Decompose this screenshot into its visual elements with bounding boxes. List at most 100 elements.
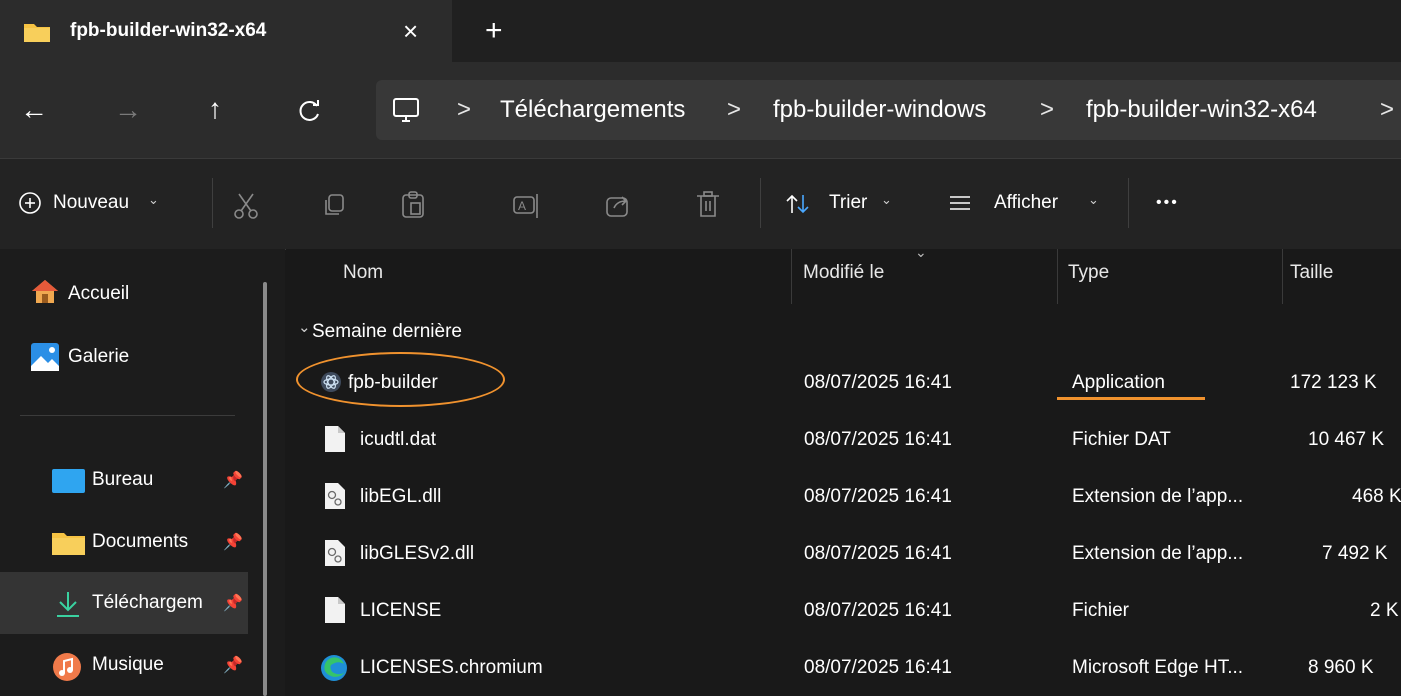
view-button-label: Afficher <box>994 192 1059 213</box>
rename-icon[interactable]: A <box>512 192 542 220</box>
sidebar-item-downloads[interactable]: Téléchargem 📌 <box>52 588 252 622</box>
file-icon <box>325 426 345 452</box>
sidebar-item-gallery[interactable]: Galerie <box>30 342 250 378</box>
sidebar-item-label: Documents <box>92 531 189 552</box>
file-type: Application <box>1072 372 1165 393</box>
pin-icon[interactable]: 📌 <box>223 532 243 552</box>
sidebar-item-label: Téléchargem <box>92 592 202 613</box>
breadcrumb-separator: > <box>457 96 472 123</box>
file-size: 468 K <box>1352 486 1401 507</box>
up-button[interactable]: ↑ <box>208 95 222 123</box>
file-type: Fichier DAT <box>1072 429 1171 450</box>
share-icon[interactable] <box>604 192 632 220</box>
file-modified: 08/07/2025 16:41 <box>804 657 952 678</box>
copy-icon[interactable] <box>321 192 349 220</box>
chevron-down-icon: ⌄ <box>1088 192 1099 207</box>
column-divider[interactable] <box>1282 249 1283 304</box>
table-row[interactable]: icudtl.dat 08/07/2025 16:41 Fichier DAT … <box>300 415 1401 465</box>
sidebar-item-home[interactable]: Accueil <box>30 275 250 311</box>
toolbar-divider <box>760 178 761 228</box>
svg-text:A: A <box>518 199 526 213</box>
file-modified: 08/07/2025 16:41 <box>804 600 952 621</box>
file-size: 7 492 K <box>1322 543 1388 564</box>
file-size: 8 960 K <box>1308 657 1374 678</box>
pin-icon[interactable]: 📌 <box>223 655 243 675</box>
breadcrumb-item-fpb-builder-win32-x64[interactable]: fpb-builder-win32-x64 <box>1086 96 1317 124</box>
column-header-modified[interactable]: Modifié le <box>803 262 884 284</box>
view-button[interactable]: Afficher ⌄ <box>948 190 1108 220</box>
table-row[interactable]: LICENSE 08/07/2025 16:41 Fichier 2 K <box>300 586 1401 636</box>
folder-icon <box>24 24 50 42</box>
chevron-down-icon: ⌄ <box>881 192 892 207</box>
desktop-icon <box>52 469 85 493</box>
table-row[interactable]: libEGL.dll 08/07/2025 16:41 Extension de… <box>300 472 1401 522</box>
breadcrumb-separator: > <box>727 96 742 123</box>
sidebar-item-label: Bureau <box>92 469 154 490</box>
group-header-label: Semaine dernière <box>312 321 462 342</box>
add-circle-icon <box>19 192 41 214</box>
file-name: libEGL.dll <box>360 486 442 507</box>
file-modified: 08/07/2025 16:41 <box>804 543 952 564</box>
cut-icon[interactable] <box>231 191 261 221</box>
forward-button[interactable]: → <box>114 96 142 124</box>
file-type: Extension de l’app... <box>1072 486 1244 507</box>
sidebar-item-label: Galerie <box>68 346 130 367</box>
computer-icon[interactable] <box>391 96 421 126</box>
file-modified: 08/07/2025 16:41 <box>804 429 952 450</box>
folder-icon <box>52 533 85 555</box>
delete-icon[interactable] <box>694 190 722 220</box>
tab-active[interactable]: fpb-builder-win32-x64 × <box>0 0 452 62</box>
sidebar-scrollbar[interactable] <box>263 282 267 696</box>
column-header-size[interactable]: Taille <box>1290 262 1333 284</box>
column-header-type[interactable]: Type <box>1068 262 1109 284</box>
new-button[interactable]: Nouveau ⌄ <box>18 190 218 220</box>
table-row[interactable]: libGLESv2.dll 08/07/2025 16:41 Extension… <box>300 529 1401 579</box>
sidebar-item-documents[interactable]: Documents 📌 <box>52 527 252 561</box>
file-name: LICENSES.chromium <box>360 657 543 678</box>
breadcrumb-item-downloads[interactable]: Téléchargements <box>500 96 685 124</box>
column-divider[interactable] <box>1057 249 1058 304</box>
file-type: Extension de l’app... <box>1072 543 1244 564</box>
sort-indicator-icon: ⌄ <box>915 244 927 260</box>
sort-button-label: Trier <box>829 192 868 213</box>
close-tab-button[interactable]: × <box>403 16 418 47</box>
toolbar-divider <box>1128 178 1129 228</box>
sidebar-item-desktop[interactable]: Bureau 📌 <box>52 465 252 499</box>
file-name: libGLESv2.dll <box>360 543 475 564</box>
sidebar-item-music[interactable]: Musique 📌 <box>52 650 252 684</box>
chevron-down-icon: ⌄ <box>298 319 311 336</box>
refresh-icon[interactable] <box>296 99 322 125</box>
dll-file-icon <box>325 483 345 509</box>
breadcrumb-separator: > <box>1380 96 1395 123</box>
breadcrumb-item-fpb-builder-windows[interactable]: fpb-builder-windows <box>773 96 986 124</box>
file-type: Microsoft Edge HT... <box>1072 657 1244 678</box>
music-icon <box>53 653 81 681</box>
pin-icon[interactable]: 📌 <box>223 593 243 613</box>
table-row[interactable]: LICENSES.chromium 08/07/2025 16:41 Micro… <box>300 643 1401 693</box>
breadcrumb-separator: > <box>1040 96 1055 123</box>
toolbar-divider <box>212 178 213 228</box>
group-header[interactable]: ⌄ Semaine dernière <box>298 318 558 346</box>
file-modified: 08/07/2025 16:41 <box>804 486 952 507</box>
new-tab-button[interactable]: + <box>485 14 503 48</box>
download-icon <box>57 592 79 617</box>
tab-title: fpb-builder-win32-x64 <box>70 20 267 41</box>
sidebar-divider <box>20 415 235 416</box>
back-button[interactable]: ← <box>20 96 48 124</box>
file-size: 10 467 K <box>1308 429 1385 450</box>
column-header-name[interactable]: Nom <box>343 262 383 284</box>
sidebar-item-label: Accueil <box>68 283 130 304</box>
more-options-button[interactable]: ••• <box>1156 194 1179 212</box>
file-size: 2 K <box>1370 600 1399 621</box>
file-name: icudtl.dat <box>360 429 437 450</box>
sort-icon <box>786 194 809 214</box>
column-divider[interactable] <box>791 249 792 304</box>
file-name: LICENSE <box>360 600 442 621</box>
file-icon <box>325 597 345 623</box>
sort-button[interactable]: Trier ⌄ <box>785 190 925 220</box>
new-button-label: Nouveau <box>53 192 130 213</box>
paste-icon[interactable] <box>399 190 429 220</box>
highlight-circle <box>296 352 505 407</box>
pin-icon[interactable]: 📌 <box>223 470 243 490</box>
file-modified: 08/07/2025 16:41 <box>804 372 952 393</box>
